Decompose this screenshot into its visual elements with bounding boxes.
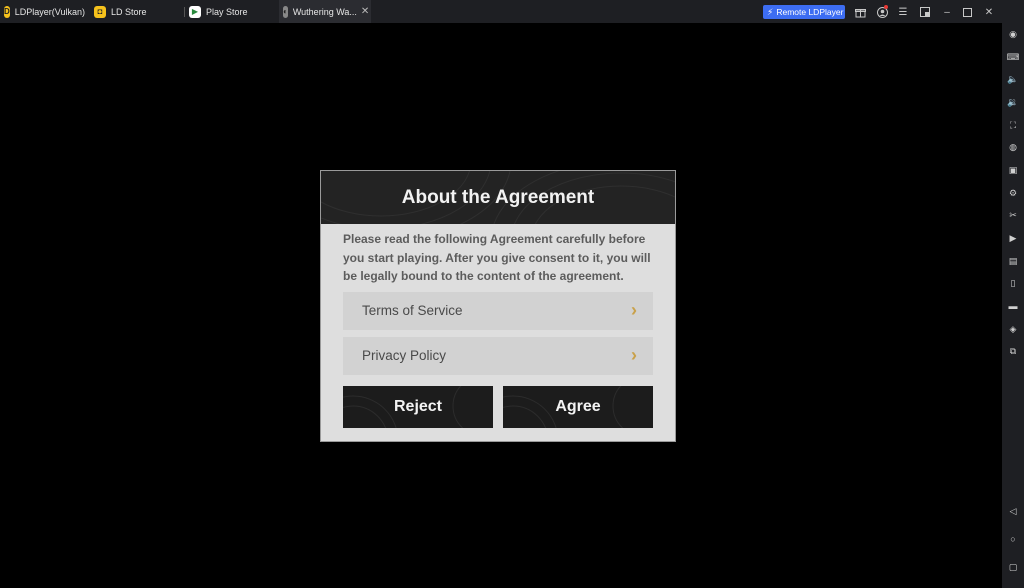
keyboard-icon[interactable]: ⌨ [1006,50,1020,64]
dialog-header: About the Agreement [321,171,675,224]
agreement-text-line: be legally bound to the content of the a… [343,269,624,283]
menu-icon[interactable]: ☰ [896,5,910,19]
agreement-text: Please read the following Agreement care… [343,230,653,286]
tab-label: LDPlayer(Vulkan) [14,6,85,17]
chevron-right-icon: › [631,300,637,320]
remote-ldplayer-button[interactable]: ⚡ Remote LDPlayer [763,5,845,19]
lightning-icon: ⚡ [767,6,774,17]
tab-label: Wuthering Wa... [292,6,357,17]
tab-ldplayer[interactable]: D LDPlayer(Vulkan) [0,0,90,23]
remote-label: Remote LDPlayer [776,7,844,17]
agree-label: Agree [555,397,601,415]
apk-icon[interactable]: ▣ [1006,163,1020,177]
dialog-title: About the Agreement [401,186,595,208]
sync-icon[interactable]: ▤ [1006,254,1020,268]
ldplayer-icon: D [4,5,10,18]
tab-play-store[interactable]: ▶ Play Store [185,0,279,23]
pip-icon[interactable] [918,5,932,19]
notification-dot [884,5,888,9]
agreement-text-line: Please read the following Agreement care… [343,232,646,246]
location-icon[interactable]: ◈ [1006,322,1020,336]
privacy-policy-link[interactable]: Privacy Policy › [343,336,653,375]
volume-up-icon[interactable]: 🔈 [1006,72,1020,86]
mouse-icon[interactable]: ◍ [1006,140,1020,154]
maximize-icon[interactable] [960,5,974,19]
reject-button[interactable]: Reject [343,385,493,428]
button-row: Reject Agree [343,385,653,428]
chevron-right-icon: › [631,345,637,365]
terms-of-service-link[interactable]: Terms of Service › [343,291,653,330]
privacy-label: Privacy Policy [362,348,447,363]
volume-down-icon[interactable]: 🔉 [1006,95,1020,109]
operation-icon[interactable]: ✂ [1006,208,1020,222]
reject-label: Reject [393,397,443,415]
dialog-body: Please read the following Agreement care… [321,224,675,428]
tab-ld-store[interactable]: ◘ LD Store [90,0,184,23]
fullscreen-icon[interactable]: ⛶ [1006,118,1020,132]
close-icon[interactable]: ✕ [982,5,996,19]
agreement-text-line: you start playing. After you give consen… [343,250,651,265]
multi-instance-icon[interactable]: ⧉ [1006,344,1020,358]
account-icon[interactable] [875,5,889,19]
recent-apps-icon[interactable]: ▢ [1006,560,1020,574]
agreement-dialog: About the Agreement Please read the foll… [320,170,676,442]
terms-label: Terms of Service [362,303,463,318]
title-bar: D LDPlayer(Vulkan) ◘ LD Store ▶ Play Sto… [0,0,1024,23]
tab-close-icon[interactable]: ✕ [361,6,369,17]
minimize-icon[interactable]: – [940,5,954,19]
shake-icon[interactable]: ▯ [1006,276,1020,290]
right-toolbar: ◉ ⌨ 🔈 🔉 ⛶ ◍ ▣ ⚙ ✂ ▶ ▤ ▯ ▬ ◈ ⧉ ◁ ○ ▢ [1002,23,1024,588]
record-icon[interactable]: ▶ [1006,231,1020,245]
game-icon: ◐ [283,5,288,18]
tab-label: Play Store [206,6,248,17]
folder-icon[interactable]: ▬ [1006,299,1020,313]
agree-button[interactable]: Agree [503,385,653,428]
tab-label: LD Store [111,6,147,17]
play-store-icon: ▶ [189,5,201,18]
home-icon[interactable]: ○ [1006,532,1020,546]
screenshot-icon[interactable]: ◉ [1006,27,1020,41]
gift-icon[interactable] [853,5,867,19]
robot-icon[interactable]: ⚙ [1006,186,1020,200]
tab-wuthering-waves[interactable]: ◐ Wuthering Wa... ✕ [279,0,371,23]
ld-store-icon: ◘ [94,5,106,18]
back-icon[interactable]: ◁ [1006,504,1020,518]
